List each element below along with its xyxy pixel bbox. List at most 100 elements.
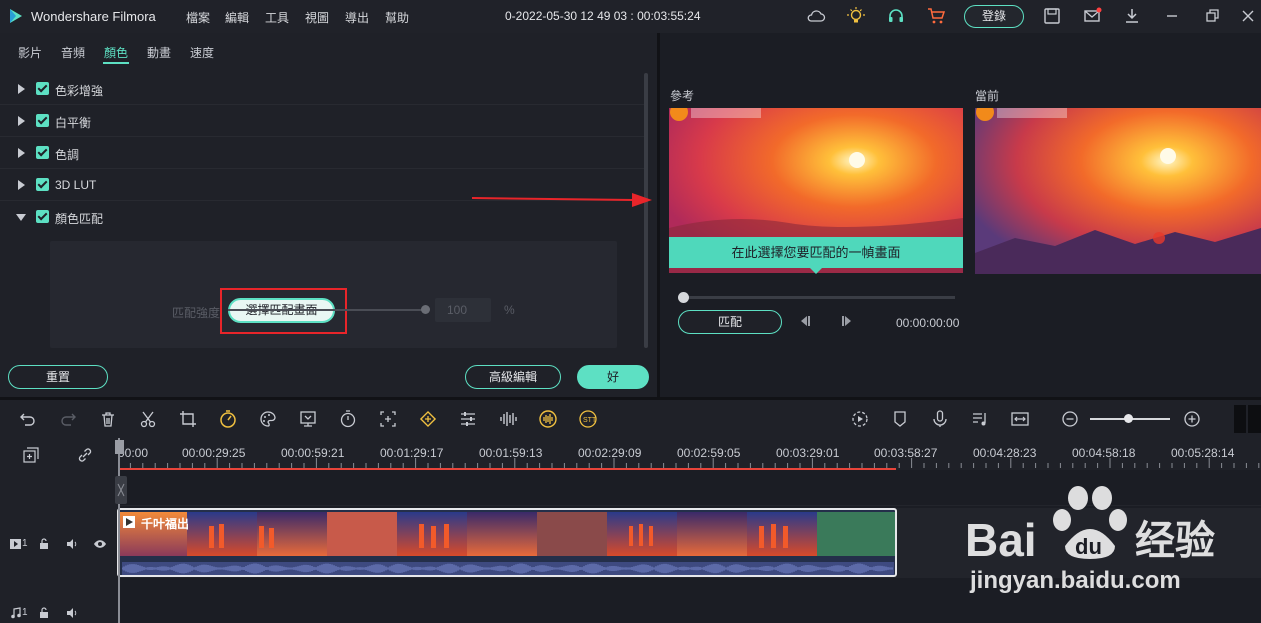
save-icon[interactable] <box>1042 6 1062 26</box>
watermark-brand-suffix: du <box>1075 534 1102 559</box>
speaker-icon[interactable] <box>66 538 78 550</box>
prev-frame-icon[interactable] <box>798 315 812 327</box>
section-color-enhance[interactable]: 色彩增強 <box>0 73 645 105</box>
section-white-balance[interactable]: 白平衡 <box>0 105 645 137</box>
download-icon[interactable] <box>1122 6 1142 26</box>
next-frame-icon[interactable] <box>840 315 854 327</box>
expand-arrow-icon[interactable] <box>18 148 25 158</box>
crop-icon[interactable] <box>178 409 198 429</box>
active-tab-indicator <box>103 62 129 64</box>
scissors-icon[interactable] <box>138 409 158 429</box>
zoom-in-icon[interactable] <box>1182 409 1202 429</box>
panel-scrollbar[interactable] <box>644 73 648 348</box>
menu-file[interactable]: 檔案 <box>186 9 210 26</box>
advanced-edit-button[interactable]: 高級編輯 <box>465 365 561 389</box>
close-icon[interactable] <box>1238 6 1258 26</box>
microphone-icon[interactable] <box>930 409 950 429</box>
match-strength-slider[interactable] <box>228 309 426 311</box>
menu-export[interactable]: 導出 <box>345 9 369 26</box>
section-label: 顏色匹配 <box>55 212 104 226</box>
current-frame-image <box>975 108 1261 274</box>
zoom-out-icon[interactable] <box>1060 409 1080 429</box>
ok-button[interactable]: 好 <box>577 365 649 389</box>
speed-icon[interactable] <box>218 409 238 429</box>
ruler-label: 00:01:29:17 <box>380 446 444 460</box>
tab-audio[interactable]: 音頻 <box>61 44 85 61</box>
render-preview-icon[interactable] <box>850 409 870 429</box>
match-strength-input[interactable]: 100 <box>435 298 491 322</box>
watermark-cn-text: 经验 <box>1135 518 1215 564</box>
audio-ducking-icon[interactable] <box>538 409 558 429</box>
stabilize-icon[interactable] <box>298 409 318 429</box>
adjust-icon[interactable] <box>458 409 478 429</box>
collapse-arrow-icon[interactable] <box>16 214 26 221</box>
checkbox-checked-icon[interactable] <box>36 114 49 127</box>
watermark-url: jingyan.baidu.com <box>969 567 1181 594</box>
add-track-icon[interactable] <box>22 446 40 464</box>
speech-to-text-icon[interactable]: STT <box>578 409 598 429</box>
auto-reframe-icon[interactable] <box>378 409 398 429</box>
ruler-label: 00:04:58:18 <box>1072 446 1136 460</box>
section-tone[interactable]: 色調 <box>0 137 645 169</box>
playhead-line[interactable] <box>118 438 120 623</box>
expand-arrow-icon[interactable] <box>18 180 25 190</box>
expand-arrow-icon[interactable] <box>18 116 25 126</box>
playhead-handle[interactable] <box>115 440 124 454</box>
checkbox-checked-icon[interactable] <box>36 210 49 223</box>
undo-icon[interactable] <box>18 409 38 429</box>
clip-play-icon <box>123 516 135 528</box>
menu-view[interactable]: 視圖 <box>305 9 329 26</box>
checkbox-checked-icon[interactable] <box>36 178 49 191</box>
timer-icon[interactable] <box>338 409 358 429</box>
checkbox-checked-icon[interactable] <box>36 82 49 95</box>
lightbulb-icon[interactable] <box>846 6 866 26</box>
cloud-icon[interactable] <box>806 6 826 26</box>
tab-animation[interactable]: 動畫 <box>147 44 171 61</box>
reset-button[interactable]: 重置 <box>8 365 108 389</box>
slider-knob[interactable] <box>421 305 430 314</box>
ruler-label: 00:03:58:27 <box>874 446 938 460</box>
playhead-marker-icon[interactable] <box>113 476 129 504</box>
panel-toggle[interactable] <box>1234 405 1246 433</box>
tab-speed[interactable]: 速度 <box>190 44 214 61</box>
speaker-icon[interactable] <box>66 607 78 619</box>
zoom-slider-knob[interactable] <box>1124 414 1133 423</box>
project-title: 0-2022-05-30 12 49 03 : 00:03:55:24 <box>505 9 701 23</box>
cart-icon[interactable] <box>926 6 946 26</box>
baidu-jingyan-watermark: Bai du 经验 jingyan.baidu.com <box>965 486 1215 594</box>
tab-video[interactable]: 影片 <box>18 44 42 61</box>
voiceover-list-icon[interactable] <box>970 409 990 429</box>
video-track-number: 1 <box>22 538 28 549</box>
audio-waveform-icon[interactable] <box>498 409 518 429</box>
scrubber-knob[interactable] <box>678 292 689 303</box>
login-button[interactable]: 登錄 <box>964 5 1024 28</box>
minimize-icon[interactable] <box>1162 6 1182 26</box>
track-headers: 1 1 <box>0 438 118 623</box>
checkbox-checked-icon[interactable] <box>36 146 49 159</box>
tab-color[interactable]: 顏色 <box>104 44 128 61</box>
marker-icon[interactable] <box>890 409 910 429</box>
keyframe-icon[interactable] <box>418 409 438 429</box>
eye-icon[interactable] <box>93 538 107 550</box>
expand-arrow-icon[interactable] <box>18 84 25 94</box>
lock-icon[interactable] <box>39 607 49 619</box>
link-icon[interactable] <box>76 446 94 464</box>
menu-help[interactable]: 幫助 <box>385 9 409 26</box>
menu-edit[interactable]: 編輯 <box>225 9 249 26</box>
redo-icon[interactable] <box>58 409 78 429</box>
fit-to-screen-icon[interactable] <box>1010 409 1030 429</box>
panel-toggle[interactable] <box>1248 405 1261 433</box>
menu-tools[interactable]: 工具 <box>265 9 289 26</box>
ruler-label: 00:05:28:14 <box>1171 446 1235 460</box>
reference-scrubber[interactable] <box>684 296 955 299</box>
headset-icon[interactable] <box>886 6 906 26</box>
lock-icon[interactable] <box>39 538 49 550</box>
render-range-bar <box>118 468 896 470</box>
match-button[interactable]: 匹配 <box>678 310 782 334</box>
mail-icon[interactable] <box>1082 6 1102 26</box>
ruler-label: 00:01:59:13 <box>479 446 543 460</box>
delete-icon[interactable] <box>98 409 118 429</box>
restore-icon[interactable] <box>1202 6 1222 26</box>
video-clip[interactable]: 千叶福出 <box>117 508 897 577</box>
color-palette-icon[interactable] <box>258 409 278 429</box>
